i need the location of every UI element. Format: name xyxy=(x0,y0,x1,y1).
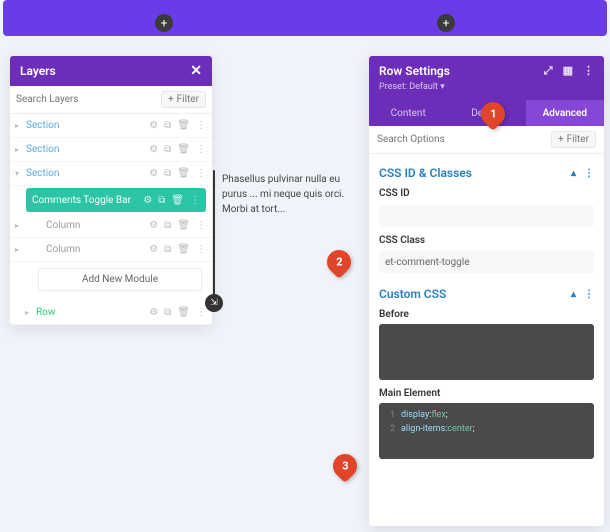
layer-row-row[interactable]: ▸ Row ⚙ ⧉ 🗑 xyxy=(10,301,212,325)
close-icon[interactable]: ✕ xyxy=(190,63,202,79)
layer-column-row[interactable]: ▸ Column ⚙ ⧉ 🗑 xyxy=(10,238,212,262)
plus-icon: + xyxy=(168,94,174,105)
content-preview-text: Phasellus pulvinar nulla eu purus ... mi… xyxy=(222,172,362,217)
css-class-input[interactable] xyxy=(379,251,594,273)
trash-icon[interactable]: 🗑 xyxy=(177,120,190,131)
more-icon[interactable] xyxy=(196,244,206,255)
layer-section-row[interactable]: ▾ Section ⚙ ⧉ 🗑 + xyxy=(10,162,212,186)
more-icon[interactable] xyxy=(196,220,206,231)
group-custom-css[interactable]: Custom CSS xyxy=(379,287,594,301)
chevron-right-icon: ▸ xyxy=(10,145,24,154)
gear-icon[interactable]: ⚙ xyxy=(149,144,158,155)
gear-icon[interactable]: ⚙ xyxy=(149,120,158,131)
add-new-module-button[interactable]: Add New Module xyxy=(38,268,202,291)
layer-module-active[interactable]: Comments Toggle Bar ⚙ ⧉ 🗑 xyxy=(26,188,206,212)
code-line: 2align-items:center; xyxy=(385,423,588,437)
trash-icon[interactable]: 🗑 xyxy=(177,168,190,179)
layers-header: Layers ✕ xyxy=(10,56,212,86)
trash-icon[interactable]: 🗑 xyxy=(177,220,190,231)
main-element-code-editor[interactable]: 1display:flex; 2align-items:center; xyxy=(379,403,594,459)
before-code-editor[interactable] xyxy=(379,324,594,380)
more-icon[interactable] xyxy=(196,120,206,131)
gear-icon[interactable]: ⚙ xyxy=(149,307,158,318)
settings-title: Row Settings xyxy=(379,64,450,78)
annotation-callout-2: 2 xyxy=(322,245,356,279)
more-icon[interactable] xyxy=(584,289,594,300)
chevron-up-icon[interactable] xyxy=(571,168,576,179)
chevron-down-icon: ▾ xyxy=(10,169,24,178)
trash-icon[interactable]: 🗑 xyxy=(177,244,190,255)
plus-icon: + xyxy=(558,134,564,145)
layers-title: Layers xyxy=(20,64,56,78)
drag-handle-icon[interactable]: ⇲ xyxy=(205,294,223,312)
grid-icon[interactable]: ▦ xyxy=(563,64,573,78)
layers-panel: Layers ✕ + Filter ▸ Section ⚙ ⧉ 🗑 ▸ Sect… xyxy=(10,56,212,325)
css-class-label: CSS Class xyxy=(379,235,594,246)
layer-column-row[interactable]: ▸ Column ⚙ ⧉ 🗑 xyxy=(10,214,212,238)
chevron-right-icon: ▸ xyxy=(10,221,24,230)
layers-filter-button[interactable]: + Filter xyxy=(161,91,206,108)
gear-icon[interactable]: ⚙ xyxy=(149,244,158,255)
layers-search-input[interactable] xyxy=(16,94,157,105)
css-id-input[interactable] xyxy=(379,205,594,227)
add-section-button-left[interactable]: + xyxy=(155,14,173,32)
chevron-right-icon: ▸ xyxy=(10,121,24,130)
main-element-label: Main Element xyxy=(379,388,594,399)
expand-icon[interactable]: ⤢ xyxy=(544,64,553,78)
trash-icon[interactable]: 🗑 xyxy=(177,144,190,155)
gear-icon[interactable]: ⚙ xyxy=(149,168,158,179)
chevron-right-icon: ▸ xyxy=(10,245,24,254)
copy-icon[interactable]: ⧉ xyxy=(164,168,171,179)
more-icon[interactable] xyxy=(196,307,206,318)
more-icon[interactable] xyxy=(584,168,594,179)
chevron-right-icon: ▸ xyxy=(20,308,34,317)
copy-icon[interactable]: ⧉ xyxy=(164,220,171,231)
builder-top-bar: + + xyxy=(3,0,607,36)
more-icon[interactable] xyxy=(190,195,200,206)
preset-dropdown[interactable]: Preset: Default ▾ xyxy=(379,82,594,92)
more-icon[interactable] xyxy=(196,168,206,179)
more-icon[interactable] xyxy=(196,144,206,155)
copy-icon[interactable]: ⧉ xyxy=(164,144,171,155)
trash-icon[interactable]: 🗑 xyxy=(177,307,190,318)
copy-icon[interactable]: ⧉ xyxy=(158,195,165,206)
tab-content[interactable]: Content xyxy=(369,100,447,126)
settings-search-input[interactable] xyxy=(377,134,547,145)
layer-section-row[interactable]: ▸ Section ⚙ ⧉ 🗑 xyxy=(10,138,212,162)
annotation-callout-3: 3 xyxy=(328,449,362,483)
tab-advanced[interactable]: Advanced xyxy=(526,100,604,126)
trash-icon[interactable]: 🗑 xyxy=(171,195,184,206)
copy-icon[interactable]: ⧉ xyxy=(164,120,171,131)
more-icon[interactable] xyxy=(583,64,594,78)
gear-icon[interactable]: ⚙ xyxy=(149,220,158,231)
settings-body: CSS ID & Classes CSS ID CSS Class Custom… xyxy=(369,154,604,526)
drag-track xyxy=(213,170,215,296)
copy-icon[interactable]: ⧉ xyxy=(164,307,171,318)
before-label: Before xyxy=(379,309,594,320)
group-css-id-classes[interactable]: CSS ID & Classes xyxy=(379,166,594,180)
copy-icon[interactable]: ⧉ xyxy=(164,244,171,255)
gear-icon[interactable]: ⚙ xyxy=(143,195,152,206)
css-id-label: CSS ID xyxy=(379,188,594,199)
code-line: 1display:flex; xyxy=(385,409,588,423)
add-section-button-right[interactable]: + xyxy=(437,14,455,32)
settings-filter-button[interactable]: + Filter xyxy=(551,131,596,148)
row-settings-panel: Row Settings ⤢ ▦ Preset: Default ▾ Conte… xyxy=(369,56,604,526)
layer-section-row[interactable]: ▸ Section ⚙ ⧉ 🗑 xyxy=(10,114,212,138)
settings-search-row: + Filter xyxy=(369,126,604,154)
settings-header: Row Settings ⤢ ▦ Preset: Default ▾ xyxy=(369,56,604,100)
chevron-up-icon[interactable] xyxy=(571,289,576,300)
layers-search-row: + Filter xyxy=(10,86,212,114)
